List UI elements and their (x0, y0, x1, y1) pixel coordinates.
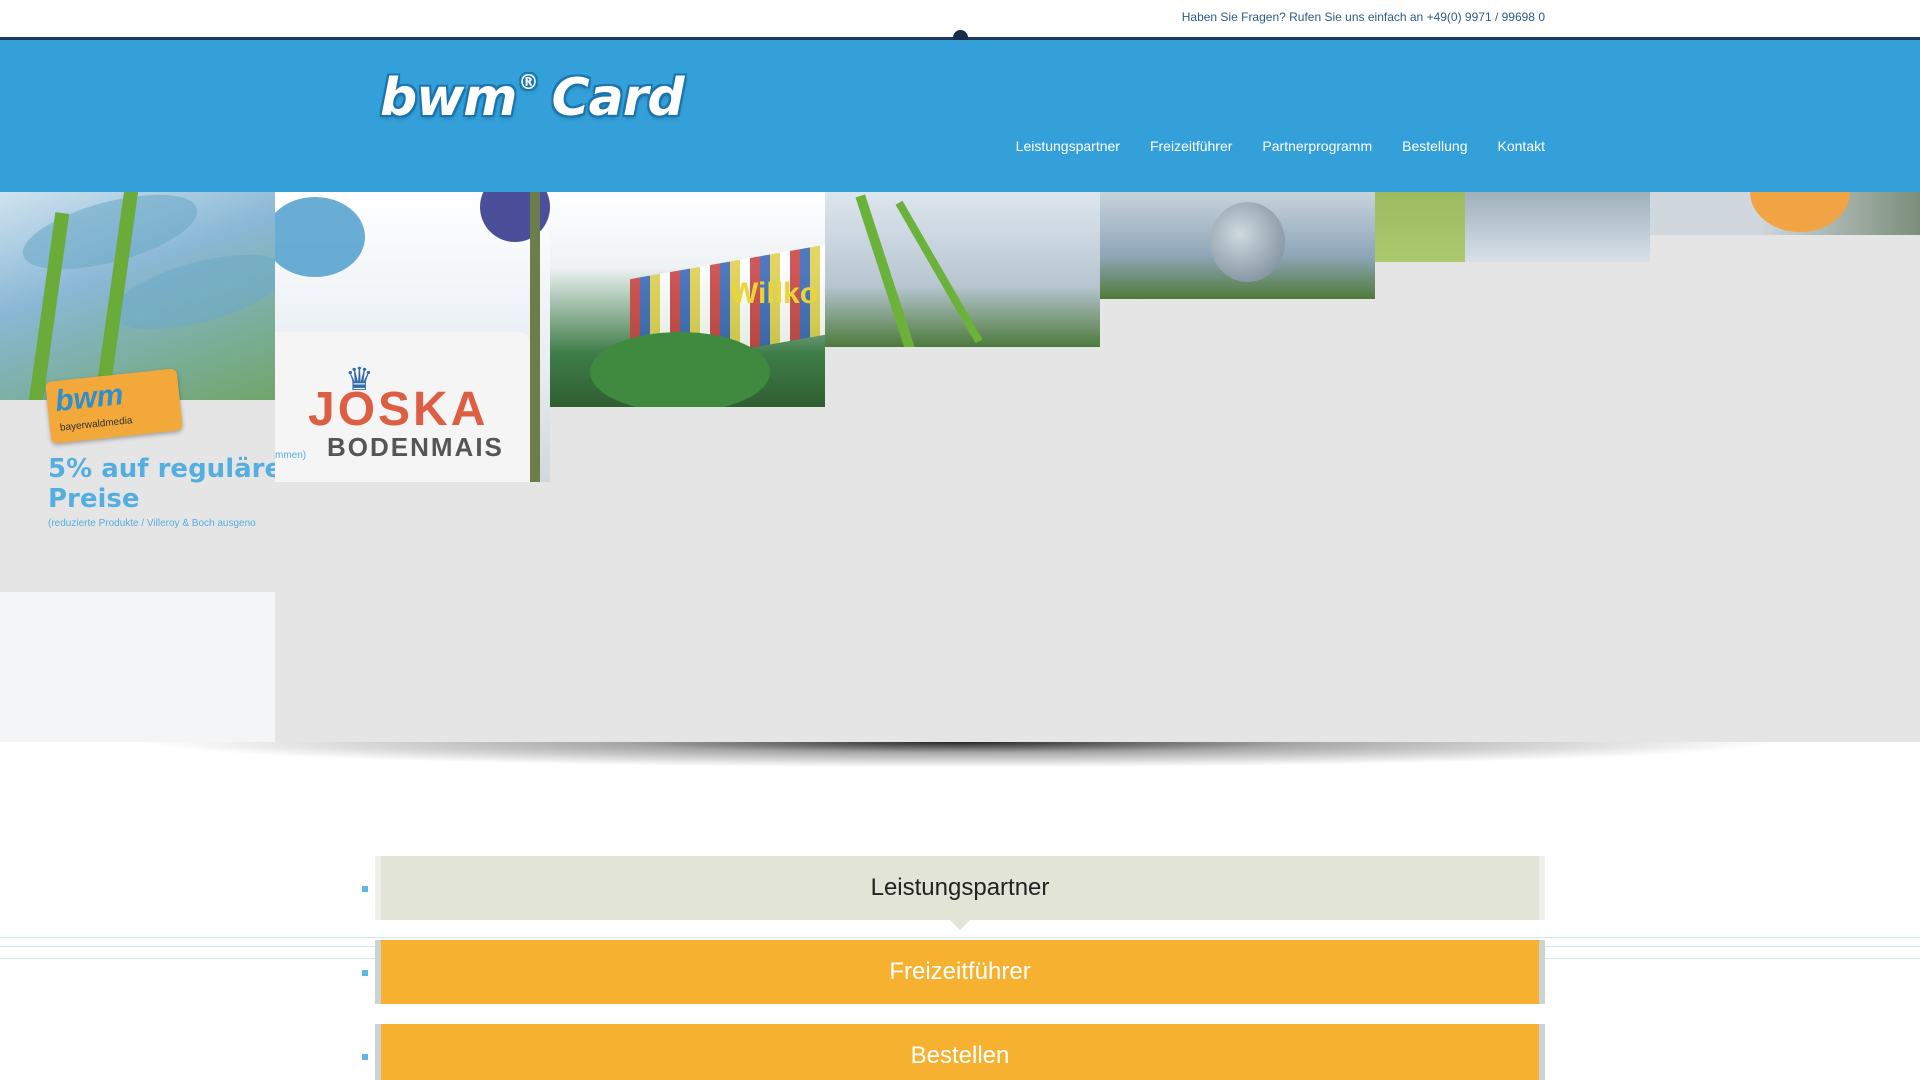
accordion-leistungspartner[interactable]: Leistungspartner (375, 856, 1545, 920)
tile-decor (1210, 202, 1285, 282)
bullet-icon (362, 1054, 368, 1060)
bwm-badge-text: bwm (53, 378, 125, 419)
bwm-badge-sub: bayerwaldmedia (59, 415, 134, 434)
hero-slider[interactable]: Willko bwm bayerwaldmedia 5% auf regulär… (0, 192, 1920, 742)
promo-note-cut: mmen) (275, 450, 307, 461)
bullet-icon (362, 970, 368, 976)
promo-note: (reduzierte Produkte / Villeroy & Boch a… (48, 518, 256, 529)
nav-bestellung[interactable]: Bestellung (1402, 138, 1467, 154)
tile-decor (895, 200, 983, 344)
tile-decor (275, 197, 365, 277)
bodenmais-text: BODENMAIS (327, 432, 504, 462)
promo-headline: 5% auf reguläre Preise (48, 454, 283, 514)
slider-tile-7 (1650, 192, 1920, 235)
logo-card-text: Card (551, 68, 684, 128)
slider-tile-1 (0, 192, 275, 400)
logo-text: bwm (380, 68, 517, 128)
active-tab-arrow-icon (950, 920, 970, 930)
logo-registered-mark: ® (518, 69, 538, 94)
accordion-bestellen[interactable]: Bestellen (375, 1024, 1545, 1080)
tile-3-sign: Willko (730, 277, 819, 310)
slider-tile-6 (1375, 192, 1650, 262)
tile-decor (590, 332, 770, 407)
slider-tile-3: Willko (550, 192, 825, 407)
slider-shadow (0, 742, 1920, 772)
main-nav: Leistungspartner Freizeitführer Partnerp… (1016, 138, 1545, 154)
site-header: bwm ® Card Leistungspartner Freizeitführer… (0, 40, 1920, 192)
accordion-freizeitfuehrer[interactable]: Freizeitführer (375, 940, 1545, 1004)
site-logo[interactable]: bwm ® Card (380, 68, 685, 128)
nav-kontakt[interactable]: Kontakt (1498, 138, 1545, 154)
contact-phone-text: Haben Sie Fragen? Rufen Sie uns einfach … (1181, 10, 1545, 24)
tile-decor (1750, 192, 1850, 232)
nav-leistungspartner[interactable]: Leistungspartner (1016, 138, 1120, 154)
joska-logo-text: JOSKA (308, 383, 489, 436)
tile-decor (1375, 192, 1465, 262)
promo-card-bwm (0, 592, 275, 742)
bullet-icon (362, 886, 368, 892)
tile-decor (530, 192, 540, 482)
slider-tile-5 (1100, 192, 1375, 299)
bwm-badge-logo: bwm bayerwaldmedia (45, 368, 183, 444)
slider-tile-4 (825, 192, 1100, 347)
nav-freizeitfuehrer[interactable]: Freizeitführer (1150, 138, 1232, 154)
nav-partnerprogramm[interactable]: Partnerprogramm (1262, 138, 1372, 154)
